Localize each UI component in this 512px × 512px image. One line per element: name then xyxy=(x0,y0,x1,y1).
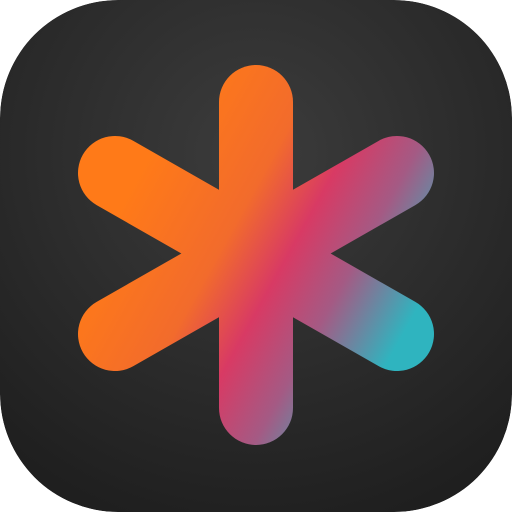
app-icon[interactable] xyxy=(0,0,512,512)
app-icon-graphic xyxy=(0,0,512,512)
